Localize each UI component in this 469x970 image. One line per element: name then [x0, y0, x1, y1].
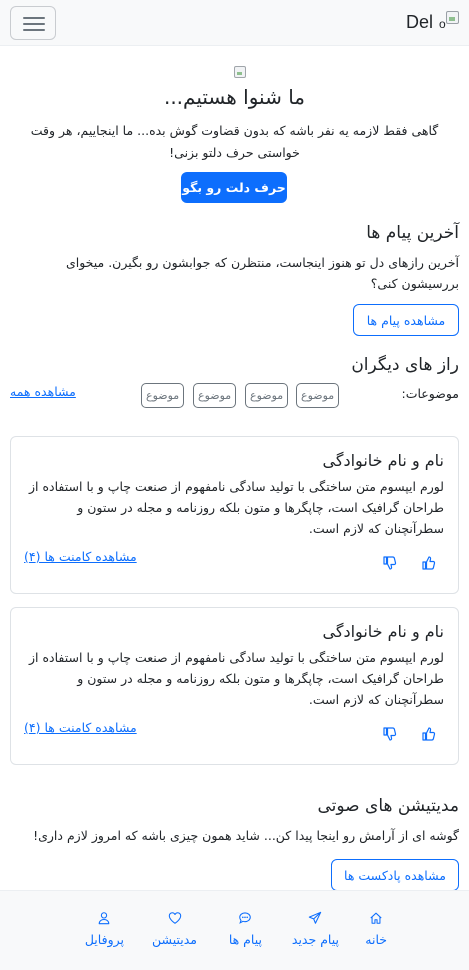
- person-icon: [99, 912, 110, 925]
- like-thumbs-up-icon[interactable]: [420, 555, 436, 571]
- latest-messages-text: آخرین رازهای دل تو هنوز اینجاست، منتظرن …: [65, 255, 459, 291]
- top-navbar: Del o: [0, 0, 469, 46]
- nav-item-meditation[interactable]: مدیتیشن: [152, 911, 197, 955]
- brand[interactable]: Del o: [406, 10, 461, 34]
- nav-label: پیام ها: [228, 932, 262, 947]
- share-feelings-button[interactable]: حرف دلت رو بگو: [181, 172, 287, 203]
- nav-item-messages[interactable]: پیام ها: [229, 911, 262, 955]
- topic-tag[interactable]: موضوع: [296, 383, 340, 408]
- topics-label: موضوعات:: [401, 386, 459, 401]
- latest-messages-title: آخرین پیام ها: [366, 223, 459, 243]
- nav-item-home[interactable]: خانه: [365, 911, 387, 955]
- hero-text: گاهی فقط لازمه یه نفر باشه که بدون قضاوت…: [30, 123, 439, 160]
- topic-tag[interactable]: موضوع: [141, 383, 185, 408]
- see-all-link[interactable]: مشاهده همه: [10, 384, 76, 399]
- view-comments-link[interactable]: مشاهده کامنت ها (۴): [24, 720, 137, 735]
- chat-icon: [239, 912, 252, 924]
- secret-card: نام و نام خانوادگی لورم ایپسوم متن ساختگ…: [10, 436, 459, 594]
- send-icon: [309, 911, 322, 924]
- card-text: لورم ایپسوم متن ساختگی با تولید سادگی نا…: [29, 650, 444, 707]
- nav-label: پیام جدید: [291, 932, 339, 947]
- nav-item-profile[interactable]: پروفایل: [85, 911, 124, 955]
- hero-title: ما شنوا هستیم...: [163, 85, 306, 109]
- like-thumbs-up-icon[interactable]: [420, 726, 436, 742]
- brand-logo-image: o: [437, 11, 461, 33]
- nav-item-new-message[interactable]: پیام جدید: [292, 911, 339, 955]
- topic-tag[interactable]: موضوع: [193, 383, 237, 408]
- nav-label: پروفایل: [84, 932, 124, 947]
- topic-tag[interactable]: موضوع: [245, 383, 289, 408]
- view-messages-button[interactable]: مشاهده پیام ها: [353, 304, 459, 336]
- card-text: لورم ایپسوم متن ساختگی با تولید سادگی نا…: [29, 479, 444, 536]
- meditation-title: مدیتیشن های صوتی: [317, 796, 459, 816]
- hero-image: [234, 66, 246, 78]
- home-icon: [370, 912, 382, 924]
- meditation-text: گوشه ای از آرامش رو اینجا پیدا کن... شای…: [33, 828, 459, 843]
- brand-name: Del: [405, 11, 433, 32]
- bottom-navigation: خانه پیام جدید پیام ها مدیتیشن پروفایل: [0, 890, 469, 970]
- card-title: نام و نام خانوادگی: [322, 451, 444, 470]
- nav-label: خانه: [365, 932, 387, 947]
- secrets-title: راز های دیگران: [351, 355, 459, 375]
- dislike-thumbs-down-icon[interactable]: [381, 555, 397, 571]
- heart-icon: [168, 912, 181, 924]
- card-title: نام و نام خانوادگی: [322, 622, 444, 641]
- nav-label: مدیتیشن: [152, 932, 197, 947]
- menu-toggle-button[interactable]: [10, 6, 56, 40]
- view-comments-link[interactable]: مشاهده کامنت ها (۴): [24, 549, 137, 564]
- dislike-thumbs-down-icon[interactable]: [381, 726, 397, 742]
- view-podcasts-button[interactable]: مشاهده پادکست ها: [331, 859, 459, 891]
- secret-card: نام و نام خانوادگی لورم ایپسوم متن ساختگ…: [10, 607, 459, 765]
